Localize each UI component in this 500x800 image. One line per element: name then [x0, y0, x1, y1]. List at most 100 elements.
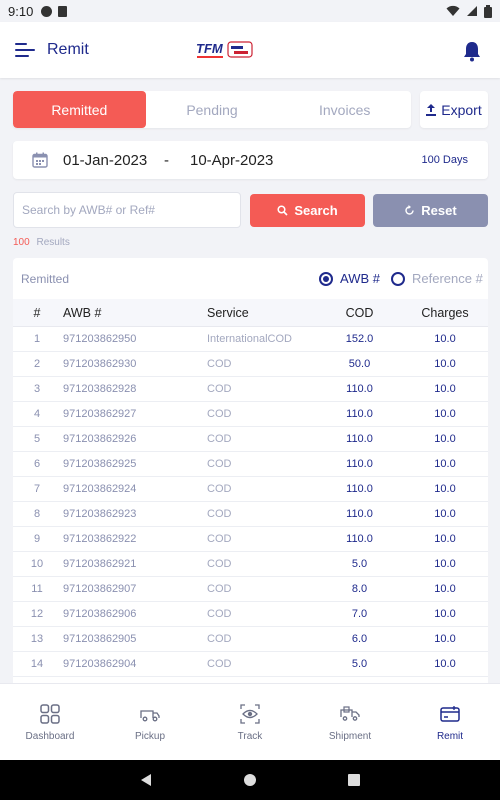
track-icon: [240, 703, 260, 724]
page-title: Remit: [47, 41, 89, 58]
bell-icon[interactable]: [462, 40, 482, 62]
table-row[interactable]: 2 971203862930 COD 50.0 10.0: [13, 352, 488, 377]
radio-awb[interactable]: AWB #: [319, 271, 380, 286]
search-input[interactable]: [13, 192, 241, 228]
header-service: Service: [207, 305, 249, 320]
signal-icon: [467, 6, 477, 16]
sd-card-icon: [58, 5, 68, 17]
row-cod: 7.0: [351, 608, 368, 620]
row-service: COD: [207, 408, 232, 420]
row-num: 13: [30, 633, 44, 645]
row-num: 6: [33, 458, 41, 470]
pickup-icon: [140, 709, 160, 721]
tab-remitted[interactable]: Remitted: [13, 91, 146, 128]
row-cod: 5.0: [351, 558, 368, 570]
row-cod: 50.0: [348, 358, 371, 370]
export-button[interactable]: Export: [420, 91, 488, 128]
row-service: COD: [207, 658, 232, 670]
row-service: COD: [207, 558, 232, 570]
nav-track-label: Track: [237, 730, 263, 742]
results-number: 100: [13, 237, 30, 248]
table-row[interactable]: 9 971203862922 COD 110.0 10.0: [13, 527, 488, 552]
table-row[interactable]: 1 971203862950 InternationalCOD 152.0 10.0: [13, 327, 488, 352]
nav-dashboard-label: Dashboard: [25, 730, 75, 742]
row-cod: 110.0: [346, 383, 373, 395]
row-num: 7: [33, 483, 41, 495]
nav-pickup-label: Pickup: [134, 730, 165, 742]
row-charges: 10.0: [434, 483, 456, 495]
row-awb: 971203862905: [63, 633, 137, 645]
row-awb: 971203862906: [63, 608, 137, 620]
reset-button[interactable]: Reset: [373, 194, 488, 227]
calendar-icon[interactable]: [32, 152, 48, 168]
remit-tabs: Remitted Pending Invoices: [13, 91, 411, 128]
system-nav-bar: [0, 760, 500, 800]
header-charges: Charges: [421, 305, 469, 320]
nav-remit[interactable]: Remit: [400, 684, 500, 760]
reset-button-label: Reset: [421, 203, 457, 218]
header-awb: AWB #: [63, 305, 102, 320]
tab-pending[interactable]: Pending: [146, 91, 279, 128]
radio-awb-circle: [319, 271, 333, 286]
status-time: 9:10: [8, 3, 34, 19]
row-awb: 971203862926: [63, 433, 137, 445]
shipment-icon: [340, 705, 360, 721]
row-charges: 10.0: [434, 433, 456, 445]
svg-text:TFM: TFM: [196, 41, 224, 56]
status-bar: 9:10: [0, 0, 500, 22]
row-cod: 110.0: [346, 408, 373, 420]
date-to[interactable]: 10-Apr-2023: [190, 152, 273, 169]
row-service: InternationalCOD: [207, 333, 292, 345]
row-awb: 971203862924: [63, 483, 137, 495]
search-button[interactable]: Search: [250, 194, 365, 227]
row-cod: 110.0: [346, 533, 373, 545]
header-num: #: [33, 305, 41, 320]
recents-icon[interactable]: [347, 773, 361, 787]
wifi-icon: [446, 5, 460, 16]
table-row[interactable]: 4 971203862927 COD 110.0 10.0: [13, 402, 488, 427]
table-row[interactable]: 7 971203862924 COD 110.0 10.0: [13, 477, 488, 502]
tab-invoices[interactable]: Invoices: [278, 91, 411, 128]
row-service: COD: [207, 608, 232, 620]
home-icon[interactable]: [243, 773, 257, 787]
row-service: COD: [207, 383, 232, 395]
date-from[interactable]: 01-Jan-2023: [63, 152, 147, 169]
nav-dashboard[interactable]: Dashboard: [0, 684, 100, 760]
table-row[interactable]: 3 971203862928 COD 110.0 10.0: [13, 377, 488, 402]
row-charges: 10.0: [434, 333, 456, 345]
table-row[interactable]: 6 971203862925 COD 110.0 10.0: [13, 452, 488, 477]
row-awb: 971203862928: [63, 383, 137, 395]
row-awb: 971203862923: [63, 508, 137, 520]
row-service: COD: [207, 533, 232, 545]
row-charges: 10.0: [434, 383, 456, 395]
nav-pickup[interactable]: Pickup: [100, 684, 200, 760]
menu-icon[interactable]: [15, 42, 37, 58]
remit-table-card: Remitted AWB # Reference # # AWB # Servi…: [13, 258, 488, 688]
radio-reference-label: Reference #: [412, 271, 483, 286]
row-num: 8: [33, 508, 41, 520]
row-charges: 10.0: [434, 533, 456, 545]
table-header: # AWB # Service COD Charges: [13, 299, 488, 327]
nav-shipment[interactable]: Shipment: [300, 684, 400, 760]
row-cod: 5.0: [351, 658, 368, 670]
date-separator: -: [164, 151, 169, 169]
table-row[interactable]: 8 971203862923 COD 110.0 10.0: [13, 502, 488, 527]
table-row[interactable]: 14 971203862904 COD 5.0 10.0: [13, 652, 488, 677]
header-cod: COD: [345, 305, 374, 320]
row-awb: 971203862921: [63, 558, 137, 570]
row-cod: 6.0: [351, 633, 368, 645]
row-cod: 110.0: [346, 433, 373, 445]
table-row[interactable]: 13 971203862905 COD 6.0 10.0: [13, 627, 488, 652]
back-icon[interactable]: [139, 773, 153, 787]
row-service: COD: [207, 633, 232, 645]
nav-track[interactable]: Track: [200, 684, 300, 760]
days-count: 100 Days: [421, 154, 468, 166]
table-row[interactable]: 5 971203862926 COD 110.0 10.0: [13, 427, 488, 452]
table-row[interactable]: 12 971203862906 COD 7.0 10.0: [13, 602, 488, 627]
table-row[interactable]: 10 971203862921 COD 5.0 10.0: [13, 552, 488, 577]
radio-reference[interactable]: Reference #: [391, 271, 483, 286]
row-service: COD: [207, 458, 232, 470]
table-row[interactable]: 11 971203862907 COD 8.0 10.0: [13, 577, 488, 602]
row-awb: 971203862927: [63, 408, 137, 420]
refresh-icon: [405, 205, 414, 215]
